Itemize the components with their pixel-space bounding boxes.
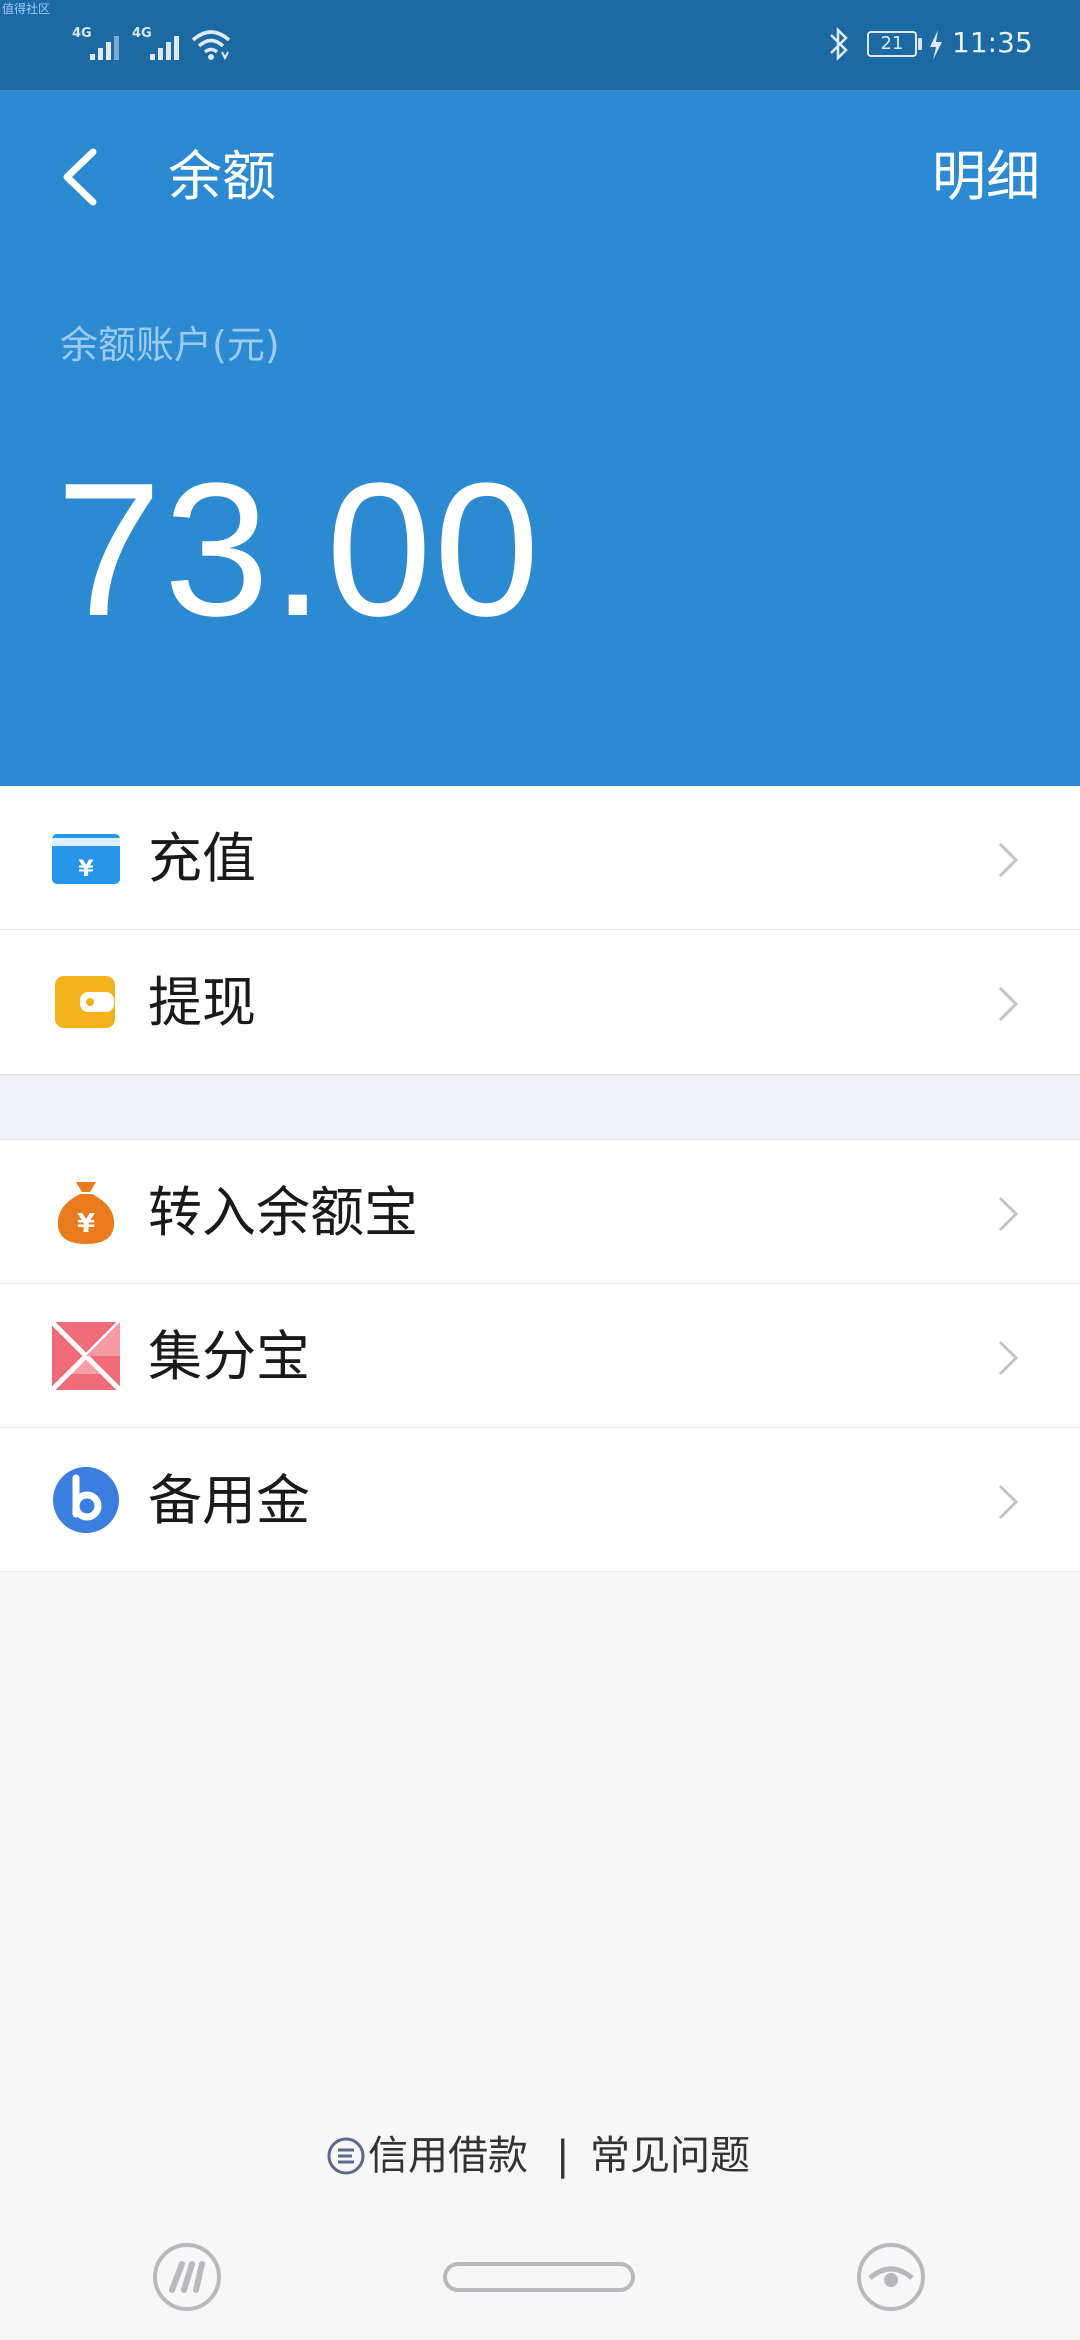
system-nav-bar — [0, 2212, 1080, 2340]
svg-text:¥: ¥ — [77, 1209, 95, 1239]
chevron-right-icon — [998, 1196, 1019, 1232]
account-label: 余额账户(元) — [60, 323, 280, 367]
recharge-card-icon: ¥ — [52, 834, 120, 884]
wifi-icon — [191, 30, 231, 61]
menu-item-label: 提现 — [148, 971, 256, 1034]
back-arrow-icon[interactable] — [55, 142, 105, 212]
home-gesture-bar[interactable] — [443, 2262, 635, 2292]
screen: 值得社区 4G 4G 21 11:35 余额 明细 余额账户(元) 73.00 … — [0, 0, 1080, 2340]
eye-care-icon[interactable] — [856, 2242, 926, 2312]
divider — [0, 1571, 1080, 1572]
points-icon — [50, 1320, 122, 1392]
menu-item-label: 集分宝 — [148, 1325, 310, 1388]
chevron-right-icon — [998, 986, 1019, 1022]
detail-button[interactable]: 明细 — [932, 142, 1040, 212]
menu-item-label: 充值 — [148, 827, 256, 890]
clock: 11:35 — [952, 26, 1033, 59]
balance-amount: 73.00 — [56, 444, 542, 656]
savings-menu: ¥ 转入余额宝 集分宝 备用金 — [0, 1140, 1080, 1572]
watermark: 值得社区 — [2, 2, 51, 16]
bluetooth-icon — [830, 26, 848, 62]
chevron-right-icon — [998, 842, 1019, 878]
credit-loan-link[interactable]: 信用借款 — [368, 2128, 528, 2184]
assistant-icon[interactable] — [152, 2242, 222, 2312]
footer-links: 信用借款 | 常见问题 — [0, 2122, 1080, 2192]
money-bag-icon: ¥ — [57, 1182, 115, 1244]
menu-item-label: 转入余额宝 — [148, 1181, 418, 1244]
menu-item-reserve-fund[interactable]: 备用金 — [0, 1428, 1080, 1572]
credit-loan-icon — [327, 2137, 365, 2175]
balance-header: 余额 明细 余额账户(元) 73.00 — [0, 90, 1080, 786]
section-gap — [0, 1074, 1080, 1140]
reserve-fund-icon — [53, 1467, 119, 1533]
menu-item-label: 备用金 — [148, 1469, 310, 1532]
battery-level: 21 — [880, 33, 904, 54]
charging-icon — [930, 30, 942, 60]
menu-item-withdraw[interactable]: 提现 — [0, 930, 1080, 1074]
network-type-label: 4G — [132, 26, 152, 41]
menu-item-jifenbao[interactable]: 集分宝 — [0, 1284, 1080, 1428]
status-bar: 值得社区 4G 4G 21 11:35 — [0, 0, 1080, 90]
funds-menu: ¥ 充值 提现 — [0, 786, 1080, 1074]
battery-cap — [918, 38, 922, 50]
chevron-right-icon — [998, 1340, 1019, 1376]
menu-item-transfer-to-yuebao[interactable]: ¥ 转入余额宝 — [0, 1140, 1080, 1284]
wallet-icon — [55, 976, 115, 1028]
menu-item-recharge[interactable]: ¥ 充值 — [0, 786, 1080, 930]
chevron-right-icon — [998, 1484, 1019, 1520]
battery-icon: 21 — [867, 31, 917, 57]
page-title: 余额 — [168, 145, 276, 208]
faq-link[interactable]: 常见问题 — [590, 2128, 750, 2184]
svg-text:¥: ¥ — [78, 857, 94, 882]
network-type-label: 4G — [72, 26, 92, 41]
footer-separator: | — [556, 2133, 570, 2179]
